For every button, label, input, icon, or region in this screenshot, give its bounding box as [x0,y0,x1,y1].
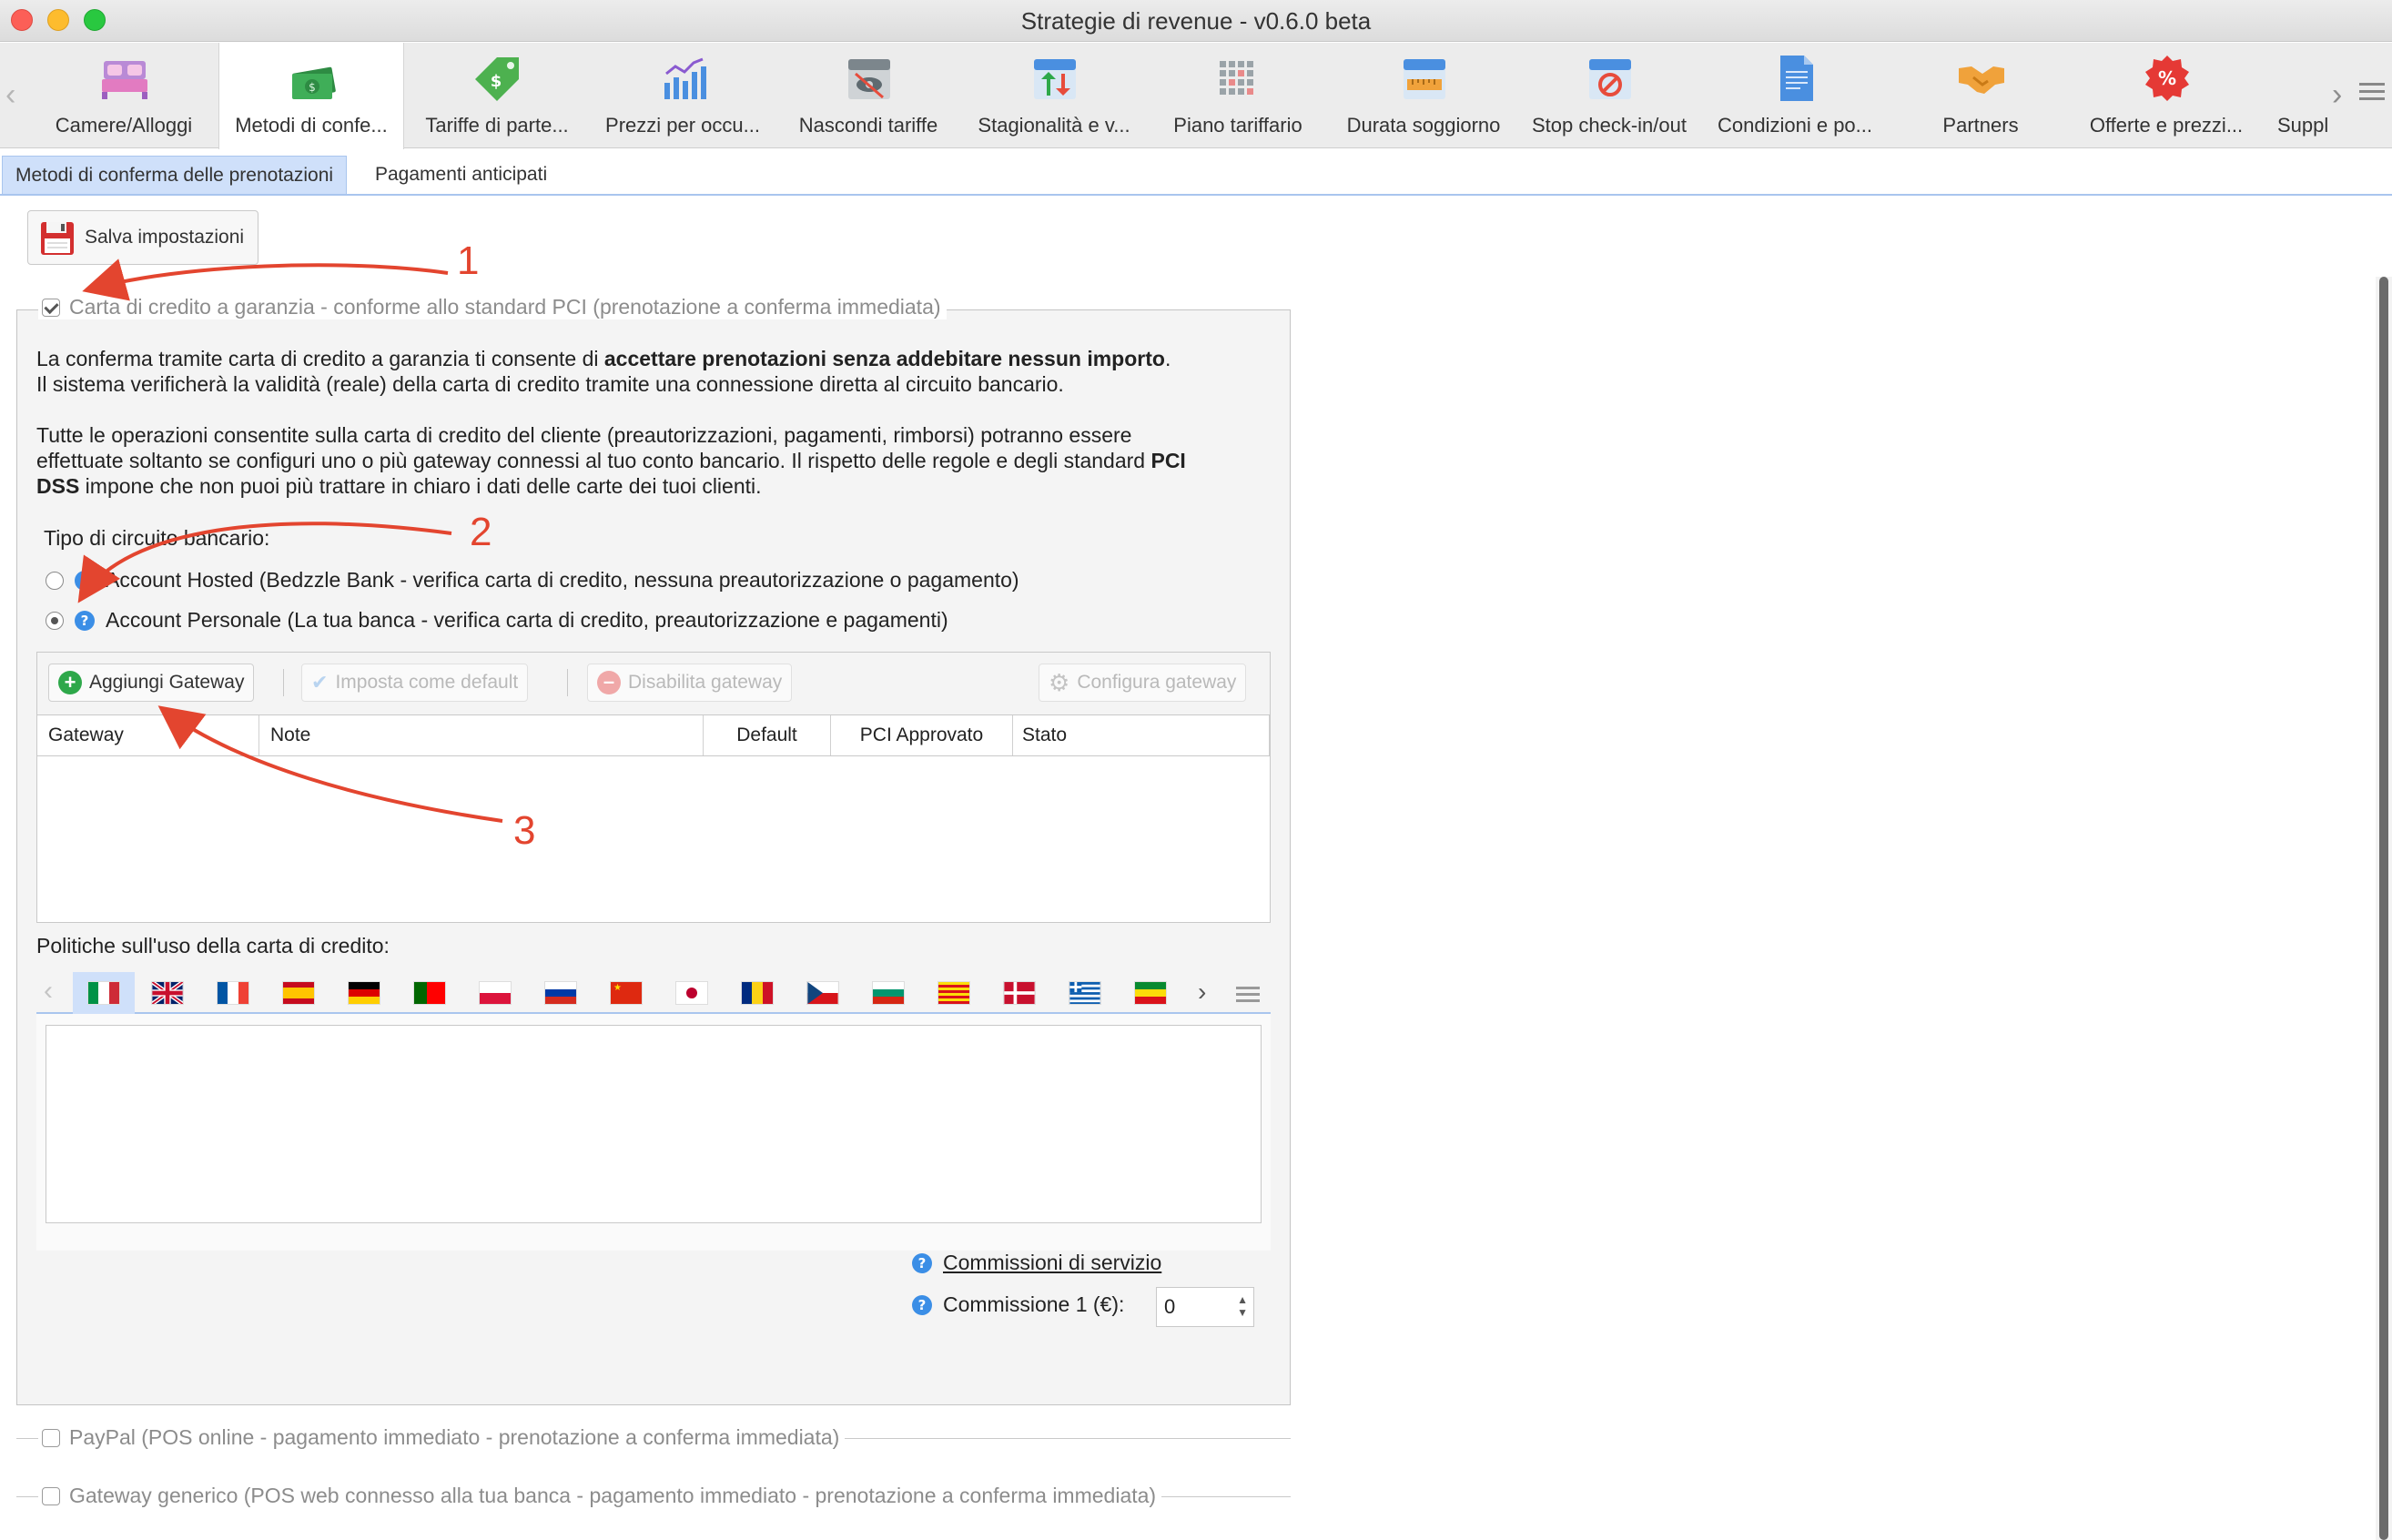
annotation-arrow-1 [82,258,449,301]
annotation-arrow-2 [77,522,452,603]
annotation-number-1: 1 [457,238,480,283]
annotation-number-3: 3 [513,808,536,853]
annotation-arrows [77,258,503,823]
annotation-arrow-3 [157,705,503,823]
annotation-number-2: 2 [470,510,492,554]
